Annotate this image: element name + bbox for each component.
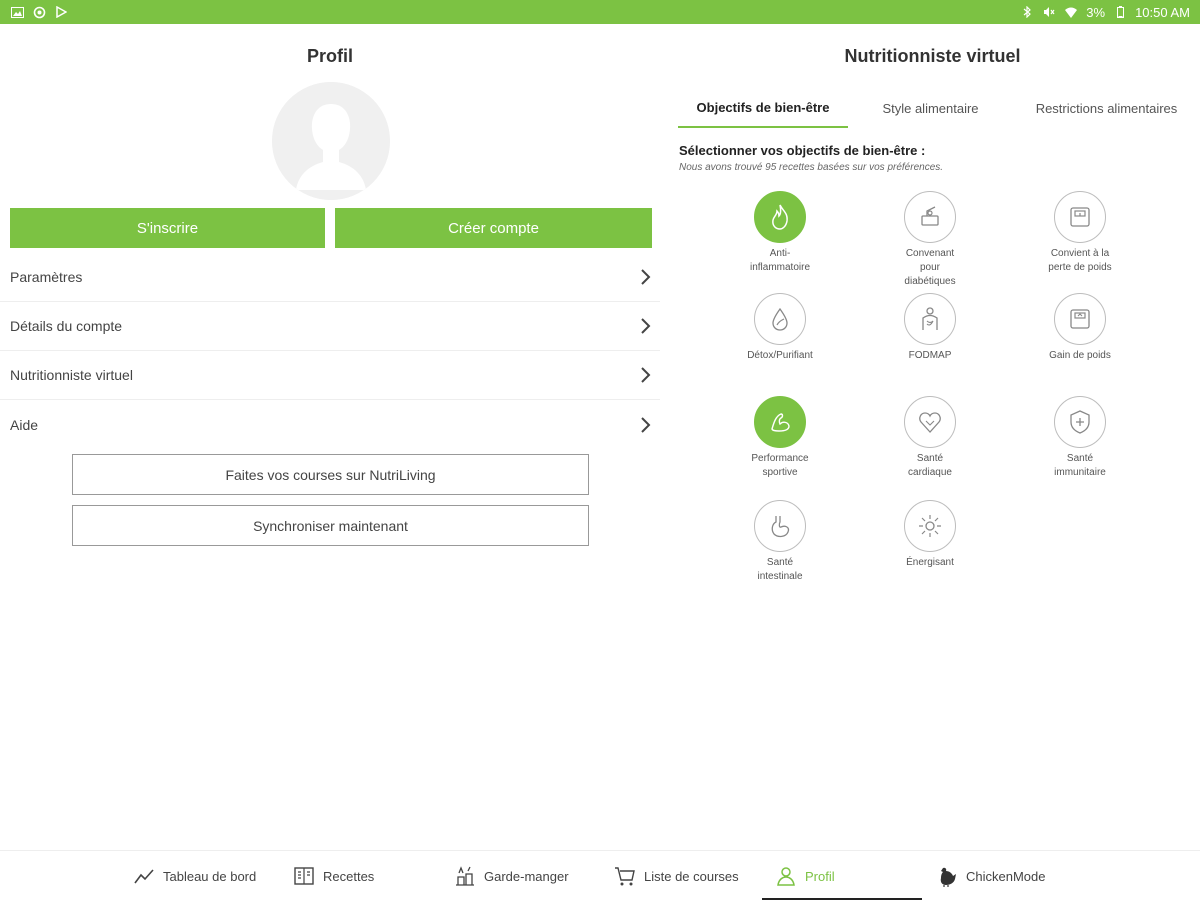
profile-menu: Paramètres Détails du compte Nutritionni…	[0, 253, 660, 449]
cart-icon	[615, 867, 635, 886]
chevron-right-icon	[641, 269, 651, 285]
signin-button[interactable]: S'inscrire	[10, 208, 325, 248]
chart-line-icon	[134, 869, 154, 884]
battery-level: 3%	[1086, 4, 1106, 20]
menu-item-label: Nutritionniste virtuel	[10, 367, 133, 383]
flexed-arm-icon	[754, 396, 806, 448]
wifi-icon	[1064, 5, 1078, 19]
nav-item-shopping-list[interactable]: Liste de courses	[614, 851, 739, 900]
scale-up-icon	[1054, 293, 1106, 345]
goal-fodmap[interactable]: FODMAP	[870, 293, 990, 363]
nav-label: Liste de courses	[644, 868, 739, 884]
goal-diabetic-friendly[interactable]: Convenant pour diabétiques	[870, 191, 990, 289]
goal-label: Santé intestinale	[757, 557, 803, 582]
goal-gut-health[interactable]: Santé intestinale	[720, 500, 840, 584]
nutritionist-title: Nutritionniste virtuel	[844, 46, 1021, 66]
sync-now-button[interactable]: Synchroniser maintenant	[72, 505, 589, 546]
glucose-meter-icon	[904, 191, 956, 243]
status-bar: 3% 10:50 AM	[0, 0, 1200, 24]
profile-panel: Profil S'inscrire Créer compte Paramètre…	[0, 24, 660, 850]
sun-icon	[904, 500, 956, 552]
menu-item-settings[interactable]: Paramètres	[0, 253, 660, 302]
goal-label: Anti-inflammatoire	[749, 248, 811, 273]
goals-heading: Sélectionner vos objectifs de bien-être …	[679, 143, 926, 158]
nutritionist-tabs: Objectifs de bien-être Style alimentaire…	[665, 88, 1200, 128]
shield-icon	[1054, 396, 1106, 448]
nav-label: Profil	[805, 868, 835, 884]
nav-item-recipes[interactable]: Recettes	[293, 851, 374, 900]
settings-gear-icon	[32, 5, 46, 19]
shop-nutriliving-button[interactable]: Faites vos courses sur NutriLiving	[72, 454, 589, 495]
chevron-right-icon	[641, 416, 651, 433]
goal-label: Convenant pour diabétiques	[904, 248, 956, 287]
goal-detox[interactable]: Détox/Purifiant	[720, 293, 840, 363]
goal-label: Énergisant	[906, 557, 954, 568]
battery-icon	[1113, 5, 1127, 19]
flame-icon	[754, 191, 806, 243]
clock: 10:50 AM	[1135, 4, 1190, 20]
goal-label: Gain de poids	[1049, 350, 1111, 361]
heart-icon	[904, 396, 956, 448]
nav-label: Garde-manger	[484, 868, 569, 884]
person-icon	[777, 867, 795, 886]
goal-sport-performance[interactable]: Performance sportive	[720, 396, 840, 480]
scale-icon	[1054, 191, 1106, 243]
goal-label: Convient à la perte de poids	[1048, 248, 1112, 273]
recipe-book-icon	[294, 867, 314, 885]
torso-icon	[904, 293, 956, 345]
mute-icon	[1042, 5, 1056, 19]
menu-item-account-details[interactable]: Détails du compte	[0, 302, 660, 351]
stomach-icon	[754, 500, 806, 552]
goal-weight-gain[interactable]: Gain de poids	[1020, 293, 1140, 363]
goal-heart-health[interactable]: Santé cardiaque	[870, 396, 990, 480]
pantry-icon	[456, 866, 474, 886]
nav-label: Tableau de bord	[163, 868, 257, 884]
tab-wellness-goals[interactable]: Objectifs de bien-être	[678, 88, 848, 128]
avatar-placeholder-icon	[272, 82, 390, 200]
bluetooth-icon	[1020, 5, 1034, 19]
nav-label: Recettes	[323, 868, 375, 884]
goal-energizing[interactable]: Énergisant	[870, 500, 990, 570]
menu-item-label: Détails du compte	[10, 318, 123, 334]
tab-eating-style[interactable]: Style alimentaire	[848, 88, 1013, 128]
nav-label: ChickenMode	[966, 868, 1046, 884]
goal-label: Santé immunitaire	[1054, 453, 1106, 478]
play-store-icon	[54, 5, 68, 19]
bottom-nav: Tableau de bord Recettes Garde-manger Li…	[0, 850, 1200, 900]
goal-anti-inflammatory[interactable]: Anti-inflammatoire	[720, 191, 840, 275]
tab-dietary-restrictions[interactable]: Restrictions alimentaires	[1013, 88, 1200, 128]
goals-subheading: Nous avons trouvé 95 recettes basées sur…	[679, 162, 944, 173]
avatar[interactable]	[272, 82, 390, 200]
nutritionist-panel: Nutritionniste virtuel Objectifs de bien…	[665, 24, 1200, 850]
nav-item-profile[interactable]: Profil	[775, 851, 835, 900]
nav-item-dashboard[interactable]: Tableau de bord	[133, 851, 256, 900]
goal-immune-health[interactable]: Santé immunitaire	[1020, 396, 1140, 480]
create-account-button[interactable]: Créer compte	[335, 208, 652, 248]
leaf-drop-icon	[754, 293, 806, 345]
profile-title: Profil	[306, 46, 353, 66]
goal-label: Santé cardiaque	[908, 453, 952, 478]
goal-label: Détox/Purifiant	[747, 350, 813, 361]
menu-item-label: Paramètres	[10, 269, 83, 285]
nav-item-chickenmode[interactable]: ChickenMode	[936, 851, 1046, 900]
gallery-icon	[10, 5, 24, 19]
chevron-right-icon	[641, 367, 651, 383]
goal-label: FODMAP	[908, 350, 952, 361]
goal-weight-loss[interactable]: Convient à la perte de poids	[1020, 191, 1140, 275]
nav-item-pantry[interactable]: Garde-manger	[454, 851, 569, 900]
goal-label: Performance sportive	[751, 453, 809, 478]
menu-item-help[interactable]: Aide	[0, 400, 660, 449]
chevron-right-icon	[641, 318, 651, 334]
menu-item-label: Aide	[10, 416, 39, 433]
chicken-icon	[940, 867, 956, 887]
menu-item-virtual-nutritionist[interactable]: Nutritionniste virtuel	[0, 351, 660, 400]
